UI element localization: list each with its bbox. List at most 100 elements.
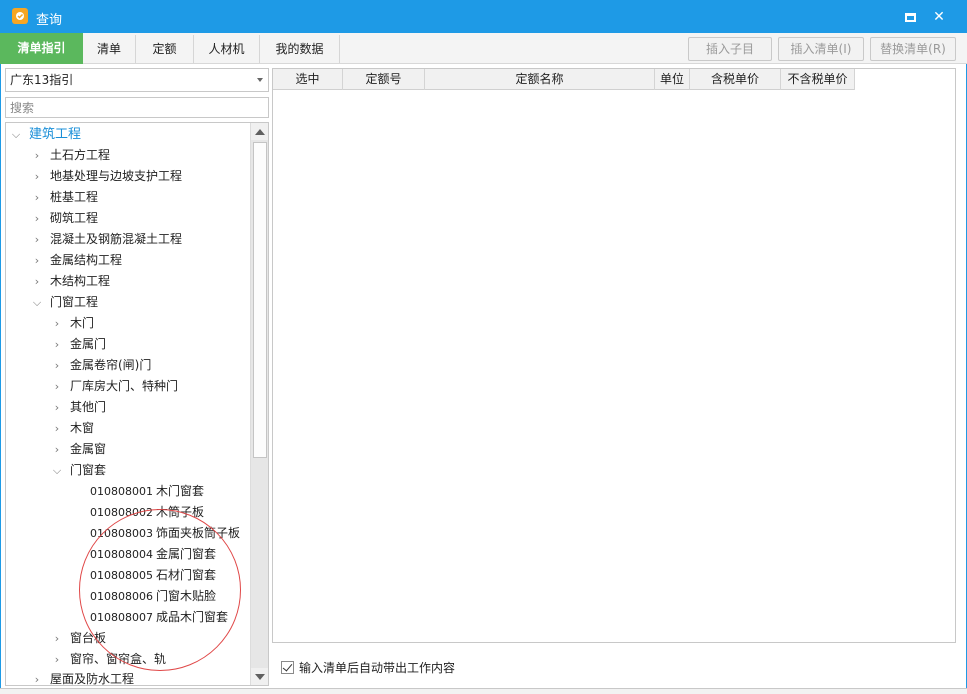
bill-name: 金属门窗套 (156, 547, 217, 561)
tree-item[interactable]: ⌵ 门窗工程 (6, 292, 246, 313)
chevron-right-icon[interactable]: › (51, 397, 63, 418)
tree-item-label: 地基处理与边坡支护工程 (50, 169, 183, 183)
title-bar: 查询 ✕ (0, 0, 967, 33)
column-header-selected[interactable]: 选中 (273, 69, 343, 90)
tab-bill-guide[interactable]: 清单指引 (0, 33, 83, 64)
chevron-right-icon[interactable]: › (31, 229, 43, 250)
tree-item-label: 门窗套 (70, 463, 107, 477)
tab-labor-material-machine[interactable]: 人材机 (194, 35, 260, 63)
bill-code: 010808007 (90, 611, 153, 624)
tree-item[interactable]: › 金属窗 (6, 439, 246, 460)
tree-item[interactable]: › 窗台板 (6, 628, 246, 649)
bill-code: 010808006 (90, 590, 153, 603)
tree-item-label: 金属结构工程 (50, 253, 123, 267)
chevron-right-icon[interactable]: › (31, 145, 43, 166)
tree-item[interactable]: › 桩基工程 (6, 187, 246, 208)
bill-guide-tree: ⌵ 建筑工程 › 土石方工程 › 地基处理与边坡支护工程 › 桩基工程 › 砌筑工程 ›… (5, 122, 269, 686)
scroll-up-icon[interactable] (251, 123, 268, 140)
bill-code: 010808001 (90, 485, 153, 498)
tree-leaf-item[interactable]: 010808004 金属门窗套 (6, 544, 246, 565)
chevron-right-icon[interactable]: › (31, 669, 43, 685)
tree-item[interactable]: › 混凝土及钢筋混凝土工程 (6, 229, 246, 250)
close-icon[interactable]: ✕ (929, 7, 949, 27)
tree-item-label: 桩基工程 (50, 190, 99, 204)
guide-select[interactable]: 广东13指引 (5, 68, 269, 92)
tree-item[interactable]: › 木结构工程 (6, 271, 246, 292)
tree-item[interactable]: ⌵ 门窗套 (6, 460, 246, 481)
tree-leaf-item[interactable]: 010808001 木门窗套 (6, 481, 246, 502)
tree-item-root[interactable]: ⌵ 建筑工程 (6, 124, 246, 145)
tree-item-label: 窗台板 (70, 631, 107, 645)
column-header-quota-no[interactable]: 定额号 (343, 69, 425, 90)
tree-item-label: 门窗工程 (50, 295, 99, 309)
bottom-strip (0, 688, 967, 694)
insert-bill-button[interactable]: 插入清单(I) (778, 37, 864, 61)
tab-bill[interactable]: 清单 (83, 35, 136, 63)
chevron-right-icon[interactable]: › (31, 271, 43, 292)
app-icon (12, 8, 28, 24)
column-header-tax-exclusive-price[interactable]: 不含税单价 (781, 69, 855, 90)
tree-item-label: 窗帘、窗帘盒、轨 (70, 652, 167, 666)
tree-item[interactable]: › 木窗 (6, 418, 246, 439)
insert-sub-item-button[interactable]: 插入子目 (688, 37, 772, 61)
chevron-right-icon[interactable]: › (31, 187, 43, 208)
chevron-right-icon[interactable]: › (51, 439, 63, 460)
auto-work-content-option[interactable]: 输入清单后自动带出工作内容 (281, 658, 455, 676)
tree-leaf-item[interactable]: 010808002 木筒子板 (6, 502, 246, 523)
chevron-right-icon[interactable]: › (31, 208, 43, 229)
tree-leaf-item[interactable]: 010808006 门窗木贴脸 (6, 586, 246, 607)
tab-quota[interactable]: 定额 (136, 35, 194, 63)
auto-work-content-label: 输入清单后自动带出工作内容 (299, 660, 456, 675)
tree-item-label: 其他门 (70, 400, 107, 414)
chevron-down-icon[interactable]: ⌵ (31, 292, 43, 313)
tree-item-label: 木窗 (70, 421, 95, 435)
tree-item[interactable]: › 其他门 (6, 397, 246, 418)
tree-item-label: 土石方工程 (50, 148, 111, 162)
auto-work-content-checkbox[interactable] (281, 660, 294, 674)
bill-code: 010808005 (90, 569, 153, 582)
guide-select-value: 广东13指引 (10, 73, 74, 87)
left-panel: 广东13指引 ⌵ 建筑工程 › 土石方工程 › 地基处理与边坡支护工程 › 桩基工程 … (5, 68, 270, 686)
tree-item[interactable]: › 金属结构工程 (6, 250, 246, 271)
replace-bill-button[interactable]: 替换清单(R) (870, 37, 956, 61)
window-title: 查询 (36, 13, 63, 28)
tree-item[interactable]: › 屋面及防水工程 (6, 669, 246, 685)
chevron-down-icon[interactable]: ⌵ (10, 124, 22, 145)
tree-item[interactable]: › 金属卷帘(闸)门 (6, 355, 246, 376)
tree-item-label: 建筑工程 (29, 127, 82, 142)
tree-scrollbar[interactable] (250, 123, 268, 685)
chevron-down-icon[interactable]: ⌵ (51, 460, 63, 481)
chevron-right-icon[interactable]: › (51, 313, 63, 334)
tree-leaf-item[interactable]: 010808007 成品木门窗套 (6, 607, 246, 628)
chevron-right-icon[interactable]: › (51, 649, 63, 670)
chevron-right-icon[interactable]: › (51, 334, 63, 355)
tree-item-label: 砌筑工程 (50, 211, 99, 225)
chevron-right-icon[interactable]: › (31, 250, 43, 271)
maximize-icon[interactable] (900, 7, 920, 27)
tree-leaf-item[interactable]: 010808005 石材门窗套 (6, 565, 246, 586)
column-header-quota-name[interactable]: 定额名称 (425, 69, 655, 90)
tab-my-data[interactable]: 我的数据 (260, 35, 340, 63)
tree-item[interactable]: › 金属门 (6, 334, 246, 355)
scroll-down-icon[interactable] (251, 668, 268, 685)
chevron-right-icon[interactable]: › (31, 166, 43, 187)
tree-item[interactable]: › 厂库房大门、特种门 (6, 376, 246, 397)
tree-item[interactable]: › 砌筑工程 (6, 208, 246, 229)
search-input[interactable] (5, 97, 269, 118)
chevron-right-icon[interactable]: › (51, 376, 63, 397)
column-header-tax-inclusive-price[interactable]: 含税单价 (690, 69, 781, 90)
chevron-right-icon[interactable]: › (51, 628, 63, 649)
tree-item[interactable]: › 地基处理与边坡支护工程 (6, 166, 246, 187)
chevron-right-icon[interactable]: › (51, 355, 63, 376)
chevron-right-icon[interactable]: › (51, 418, 63, 439)
tree-item-label: 金属窗 (70, 442, 107, 456)
tree-item[interactable]: › 木门 (6, 313, 246, 334)
scrollbar-thumb[interactable] (253, 142, 267, 458)
tree-leaf-item[interactable]: 010808003 饰面夹板筒子板 (6, 523, 246, 544)
tree-item[interactable]: › 土石方工程 (6, 145, 246, 166)
column-header-unit[interactable]: 单位 (655, 69, 690, 90)
bill-name: 木门窗套 (156, 484, 205, 498)
grid-header: 选中 定额号 定额名称 单位 含税单价 不含税单价 (273, 69, 855, 90)
quota-grid: 选中 定额号 定额名称 单位 含税单价 不含税单价 (272, 68, 956, 643)
tree-item[interactable]: › 窗帘、窗帘盒、轨 (6, 649, 246, 670)
